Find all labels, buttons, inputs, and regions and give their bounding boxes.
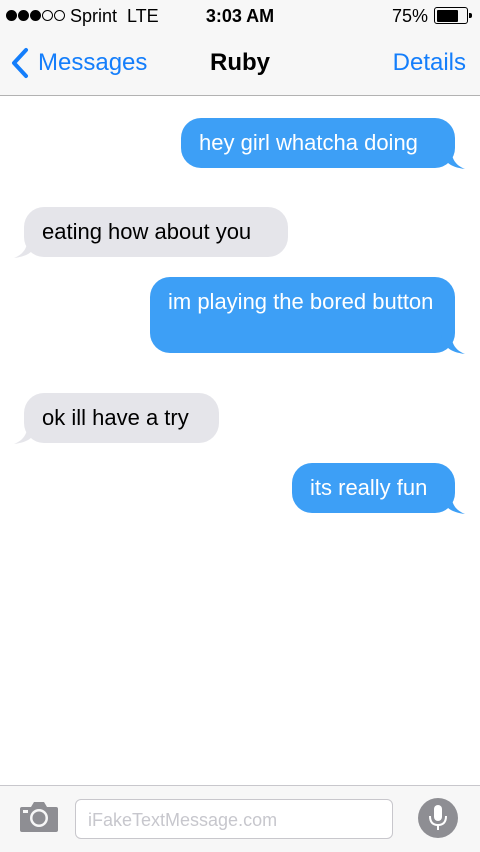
microphone-button[interactable] [418,798,458,838]
message-text: eating how about you [42,219,252,244]
message-bubble-received: ok ill have a try [14,393,219,444]
bubble-tail [441,494,465,514]
battery-percent: 75% [391,6,428,26]
message-bubble-sent: im playing the bored button [150,277,465,354]
message-text: ok ill have a try [42,405,189,430]
details-button[interactable]: Details [393,49,466,77]
bubble-tail [14,238,38,258]
message-bubble-sent: its really fun [292,463,465,514]
navigation-bar: Messages Ruby Details [0,32,480,96]
message-text: im playing the bored button [168,289,434,314]
message-bubble-received: eating how about you [14,207,288,258]
battery-icon [434,7,472,24]
message-list: hey girl whatcha doing eating how about … [0,97,480,785]
status-bar: Sprint LTE 3:03 AM 75% [0,0,480,32]
bubble-tail [441,334,465,354]
camera-icon[interactable] [19,799,59,833]
battery-fill [436,9,459,22]
message-text: hey girl whatcha doing [199,130,418,155]
microphone-icon [429,805,447,830]
message-input[interactable]: iFakeTextMessage.com [75,799,393,839]
bubble-tail [14,424,38,444]
bubble-tail [441,149,465,169]
message-text: its really fun [310,475,428,500]
battery-nub [469,13,472,18]
message-bubble-sent: hey girl whatcha doing [181,118,465,169]
compose-bar: iFakeTextMessage.com [0,785,480,852]
